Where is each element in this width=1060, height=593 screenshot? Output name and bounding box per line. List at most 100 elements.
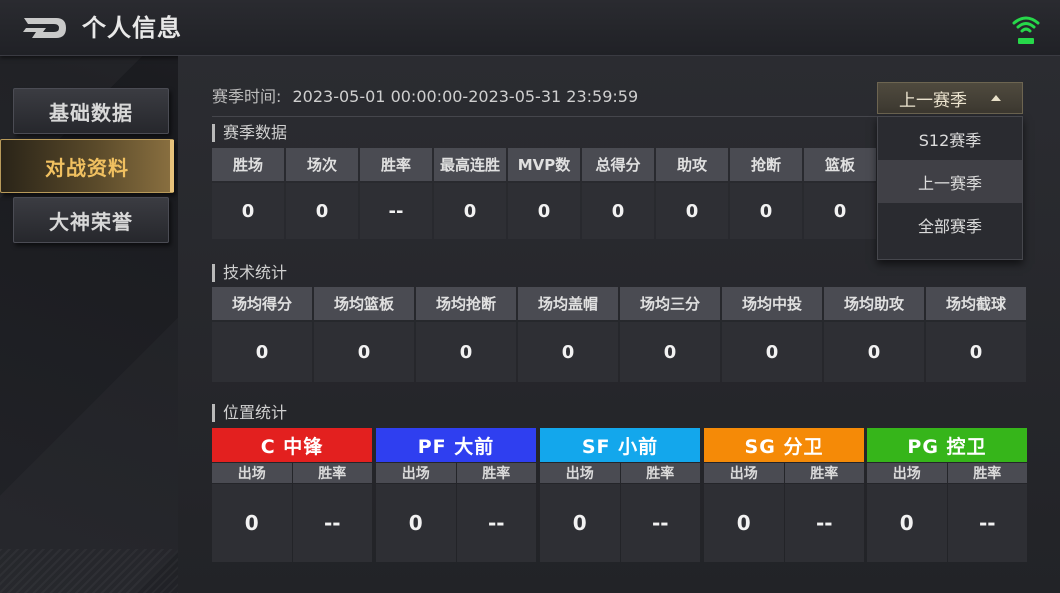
position-sub-headers: 出场 胜率: [540, 463, 700, 483]
stat-value: 0: [518, 322, 618, 382]
stat-column: 最高连胜 0: [434, 148, 506, 239]
stat-value: 0: [730, 183, 802, 239]
stat-value: 0: [824, 322, 924, 382]
stat-column: 胜场 0: [212, 148, 284, 239]
position-values: 0 --: [540, 484, 700, 562]
position-name: SF 小前: [540, 428, 700, 462]
section-title-position-stats: 位置统计: [212, 404, 287, 422]
stat-column: 胜率 --: [360, 148, 432, 239]
stat-column: 场均盖帽 0: [518, 287, 618, 382]
stat-column: 场均三分 0: [620, 287, 720, 382]
stat-value: 0: [212, 183, 284, 239]
stat-column: 抢断 0: [730, 148, 802, 239]
stat-value: 0: [212, 322, 312, 382]
win-rate-value: --: [292, 484, 372, 562]
sidebar-item-label: 对战资料: [45, 155, 129, 180]
position-sub-headers: 出场 胜率: [867, 463, 1027, 483]
games-value: 0: [704, 484, 784, 562]
season-time-value: 2023-05-01 00:00:00-2023-05-31 23:59:59: [292, 87, 639, 106]
games-value: 0: [540, 484, 620, 562]
sidebar-item-battle-record[interactable]: 对战资料: [0, 139, 174, 193]
stat-value: --: [360, 183, 432, 239]
stat-header: 胜场: [212, 148, 284, 181]
win-rate-value: --: [947, 484, 1027, 562]
stat-value: 0: [508, 183, 580, 239]
game-logo-icon: [23, 18, 66, 38]
sidebar-item-basic-data[interactable]: 基础数据: [13, 88, 169, 134]
games-header: 出场: [376, 463, 456, 483]
win-rate-header: 胜率: [784, 463, 864, 483]
section-title-season-stats: 赛季数据: [212, 124, 287, 142]
page-title: 个人信息: [82, 14, 182, 42]
position-card-small-forward: SF 小前 出场 胜率 0 --: [540, 428, 700, 562]
stat-header: 场次: [286, 148, 358, 181]
stat-value: 0: [804, 183, 876, 239]
stat-column: 场均得分 0: [212, 287, 312, 382]
sidebar-item-master-honor[interactable]: 大神荣誉: [13, 197, 169, 243]
stat-value: 0: [620, 322, 720, 382]
games-value: 0: [212, 484, 292, 562]
header-bar: 个人信息: [0, 0, 1060, 56]
position-sub-headers: 出场 胜率: [704, 463, 864, 483]
position-sub-headers: 出场 胜率: [376, 463, 536, 483]
games-value: 0: [867, 484, 947, 562]
position-card-center: C 中锋 出场 胜率 0 --: [212, 428, 372, 562]
stat-value: 0: [722, 322, 822, 382]
win-rate-header: 胜率: [456, 463, 536, 483]
position-card-shooting-guard: SG 分卫 出场 胜率 0 --: [704, 428, 864, 562]
season-time: 赛季时间: 2023-05-01 00:00:00-2023-05-31 23:…: [212, 87, 638, 107]
stat-header: 篮板: [804, 148, 876, 181]
win-rate-header: 胜率: [620, 463, 700, 483]
games-header: 出场: [704, 463, 784, 483]
win-rate-value: --: [620, 484, 700, 562]
season-option-last[interactable]: 上一赛季: [878, 160, 1022, 203]
position-values: 0 --: [704, 484, 864, 562]
season-option-all[interactable]: 全部赛季: [878, 203, 1022, 246]
win-rate-value: --: [456, 484, 536, 562]
stat-column: 总得分 0: [582, 148, 654, 239]
season-dropdown-button[interactable]: 上一赛季: [877, 82, 1023, 114]
stat-column: MVP数 0: [508, 148, 580, 239]
stat-column: 篮板 0: [804, 148, 876, 239]
position-card-power-forward: PF 大前 出场 胜率 0 --: [376, 428, 536, 562]
stat-column: 助攻 0: [656, 148, 728, 239]
position-name: PG 控卫: [867, 428, 1027, 462]
stat-header: 场均抢断: [416, 287, 516, 320]
stat-value: 0: [286, 183, 358, 239]
position-name: C 中锋: [212, 428, 372, 462]
stat-header: 场均篮板: [314, 287, 414, 320]
stat-value: 0: [416, 322, 516, 382]
stat-header: 最高连胜: [434, 148, 506, 181]
stat-column: 场次 0: [286, 148, 358, 239]
season-option-s12[interactable]: S12赛季: [878, 117, 1022, 160]
stat-value: 0: [434, 183, 506, 239]
caret-up-icon: [991, 95, 1001, 101]
season-stats-table: 胜场 0 场次 0 胜率 -- 最高连胜 0 MVP数 0 总得分 0 助攻 0 抢断 0 篮板…: [212, 148, 876, 239]
position-values: 0 --: [867, 484, 1027, 562]
stat-header: MVP数: [508, 148, 580, 181]
stat-header: 场均中投: [722, 287, 822, 320]
sidebar-item-label: 基础数据: [49, 100, 133, 125]
stat-header: 场均三分: [620, 287, 720, 320]
position-name: PF 大前: [376, 428, 536, 462]
section-title-tech-stats: 技术统计: [212, 264, 287, 282]
stat-header: 场均截球: [926, 287, 1026, 320]
season-dropdown-selected: 上一赛季: [899, 90, 967, 111]
tech-stats-table: 场均得分 0 场均篮板 0 场均抢断 0 场均盖帽 0 场均三分 0 场均中投 0 场均助攻…: [212, 287, 1026, 382]
position-values: 0 --: [212, 484, 372, 562]
stat-column: 场均截球 0: [926, 287, 1026, 382]
games-header: 出场: [540, 463, 620, 483]
games-header: 出场: [867, 463, 947, 483]
stat-header: 场均盖帽: [518, 287, 618, 320]
sidebar-item-label: 大神荣誉: [49, 209, 133, 234]
stat-column: 场均篮板 0: [314, 287, 414, 382]
season-time-label: 赛季时间:: [212, 87, 282, 106]
stat-value: 0: [314, 322, 414, 382]
position-values: 0 --: [376, 484, 536, 562]
position-card-point-guard: PG 控卫 出场 胜率 0 --: [867, 428, 1027, 562]
stat-column: 场均抢断 0: [416, 287, 516, 382]
stat-header: 抢断: [730, 148, 802, 181]
season-dropdown-menu: S12赛季 上一赛季 全部赛季: [877, 116, 1023, 260]
stat-header: 助攻: [656, 148, 728, 181]
win-rate-header: 胜率: [292, 463, 372, 483]
